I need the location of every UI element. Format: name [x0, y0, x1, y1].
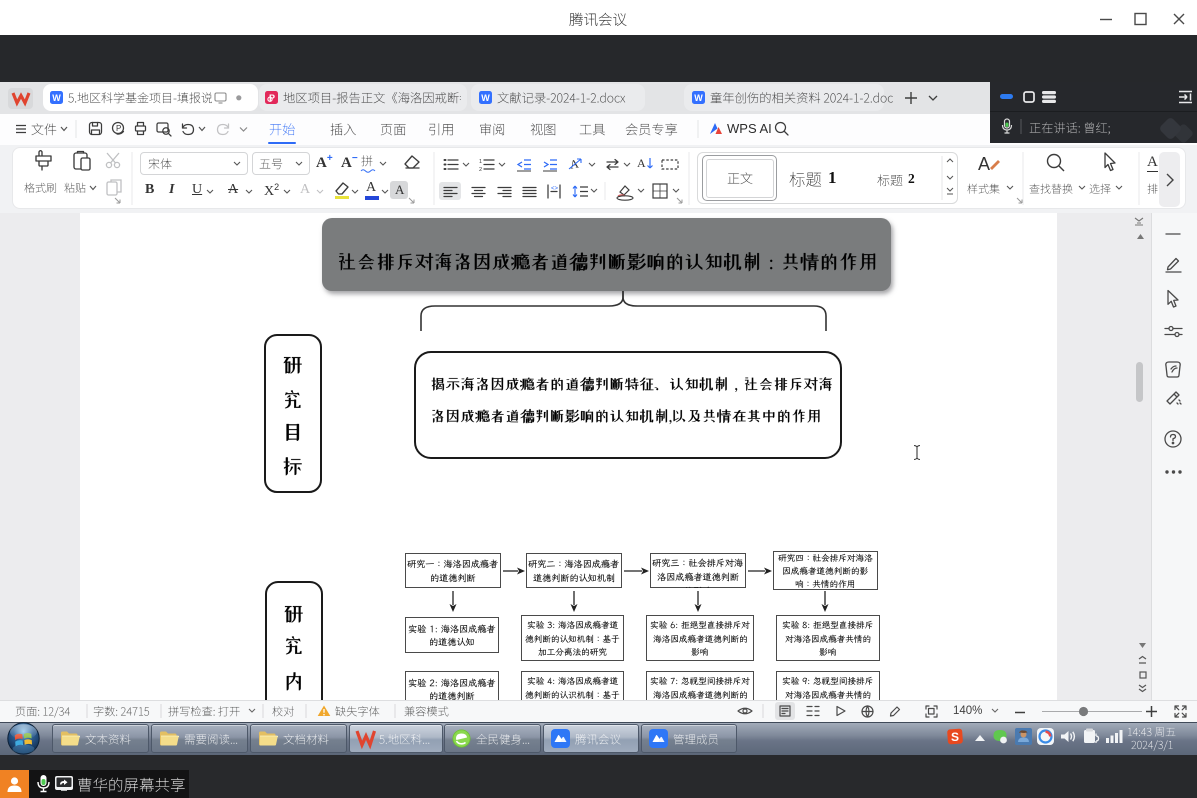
svg-text:<>: <>	[551, 186, 559, 192]
svg-text:2: 2	[479, 167, 482, 173]
svg-text:S: S	[951, 730, 959, 744]
svg-text:1: 1	[479, 159, 482, 165]
svg-text:W: W	[481, 93, 490, 103]
svg-text:W: W	[694, 93, 703, 103]
svg-text:A: A	[978, 154, 990, 174]
svg-text:P: P	[116, 124, 121, 133]
svg-text:W: W	[52, 93, 61, 103]
